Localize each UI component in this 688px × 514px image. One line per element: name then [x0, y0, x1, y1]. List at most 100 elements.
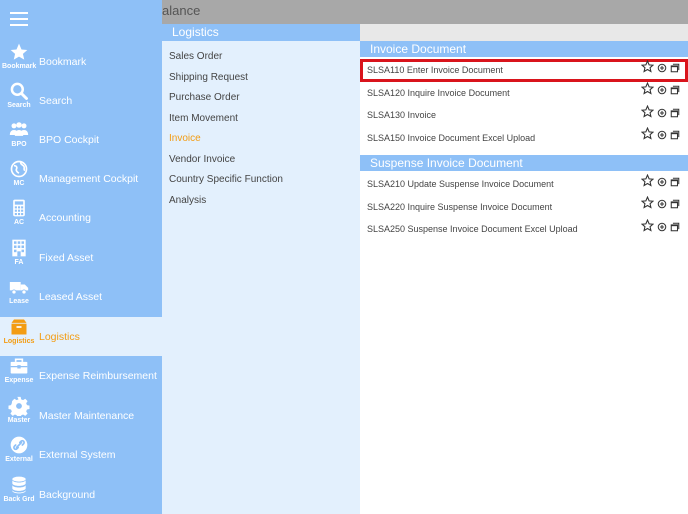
program-label: SLSA250 Suspense Invoice Document Excel … — [367, 224, 578, 234]
submenu-item-invoice[interactable]: Invoice — [162, 129, 360, 150]
sidebar-abbr: Master — [7, 417, 31, 424]
program-row-slsa150[interactable]: SLSA150 Invoice Document Excel Upload — [360, 126, 688, 150]
sidebar-item-external-system[interactable]: External External System — [0, 435, 162, 474]
sidebar-item-label: Management Cockpit — [39, 172, 139, 185]
new-window-icon[interactable] — [670, 104, 680, 127]
sidebar-abbr: MC — [13, 180, 25, 187]
database-icon: Back Grd — [2, 475, 36, 503]
sidebar-item-search[interactable]: Search Search — [0, 81, 162, 120]
sidebar-abbr: AC — [13, 219, 25, 226]
new-window-icon[interactable] — [670, 59, 680, 82]
star-outline-icon[interactable] — [640, 59, 655, 82]
sidebar-item-bookmark[interactable]: Bookmark Bookmark — [0, 42, 162, 81]
section-header-suspense-invoice-document: Suspense Invoice Document — [360, 155, 688, 171]
sidebar-item-label: Bookmark — [39, 55, 87, 68]
new-window-icon[interactable] — [670, 195, 680, 218]
sidebar-abbr: Lease — [9, 298, 29, 305]
submenu-item-shipping-request[interactable]: Shipping Request — [162, 68, 360, 89]
submenu-item-purchase-order[interactable]: Purchase Order — [162, 88, 360, 109]
globe-icon: MC — [2, 159, 36, 187]
plus-circle-icon[interactable] — [657, 173, 667, 196]
sidebar-item-label: Leased Asset — [39, 290, 103, 303]
new-window-icon[interactable] — [670, 126, 680, 149]
sidebar-abbr: Bookmark — [2, 63, 37, 70]
program-label: SLSA150 Invoice Document Excel Upload — [367, 132, 536, 143]
search-icon: Search — [2, 81, 36, 109]
star-outline-icon[interactable] — [640, 218, 655, 241]
link-icon: External — [2, 435, 36, 463]
program-row-slsa220[interactable]: SLSA220 Inquire Suspense Invoice Documen… — [360, 195, 688, 219]
program-row-slsa210[interactable]: SLSA210 Update Suspense Invoice Document — [360, 173, 688, 196]
submenu-header: Logistics — [162, 24, 360, 41]
sidebar-item-label: Accounting — [39, 211, 91, 224]
program-row-slsa130[interactable]: SLSA130 Invoice — [360, 104, 688, 127]
star-outline-icon[interactable] — [640, 173, 655, 196]
sidebar-item-bpo-cockpit[interactable]: BPO BPO Cockpit — [0, 120, 162, 159]
people-icon: BPO — [2, 120, 36, 148]
sidebar-item-expense-reimbursement[interactable]: Expense Expense Reimbursement — [0, 356, 162, 395]
sidebar-item-background[interactable]: Back Grd Background — [0, 475, 162, 514]
plus-circle-icon[interactable] — [657, 81, 667, 104]
star-outline-icon[interactable] — [640, 195, 655, 218]
sidebar-abbr: BPO — [11, 141, 27, 148]
sidebar-abbr: External — [5, 456, 33, 463]
program-label: SLSA120 Inquire Invoice Document — [367, 87, 510, 98]
submenu-panel: Logistics Sales Order Shipping Request P… — [162, 24, 360, 514]
plus-circle-icon[interactable] — [657, 104, 667, 127]
section-header-invoice-document: Invoice Document — [360, 41, 688, 57]
sidebar-item-label: Background — [39, 488, 96, 501]
star-outline-icon[interactable] — [640, 104, 655, 127]
plus-circle-icon[interactable] — [657, 218, 667, 241]
submenu-item-item-movement[interactable]: Item Movement — [162, 109, 360, 130]
new-window-icon[interactable] — [670, 81, 680, 104]
truck-icon: Lease — [2, 277, 36, 305]
sidebar-item-fixed-asset[interactable]: FA Fixed Asset — [0, 238, 162, 277]
program-label: SLSA220 Inquire Suspense Invoice Documen… — [367, 201, 553, 212]
sidebar-item-label: Fixed Asset — [39, 251, 94, 264]
star-outline-icon[interactable] — [640, 81, 655, 104]
submenu-item-country-specific-function[interactable]: Country Specific Function — [162, 170, 360, 191]
sidebar-abbr: Search — [7, 102, 31, 109]
sidebar-item-label: Expense Reimbursement — [39, 369, 157, 382]
sidebar: Bookmark Bookmark Search Search BPO BPO … — [0, 0, 162, 514]
content-panel: Invoice Document SLSA110 Enter Invoice D… — [360, 24, 688, 514]
building-icon: FA — [2, 238, 36, 266]
program-row-slsa120[interactable]: SLSA120 Inquire Invoice Document — [360, 81, 688, 105]
top-bar: alance — [162, 0, 688, 24]
sidebar-abbr: Expense — [4, 377, 34, 384]
sidebar-item-leased-asset[interactable]: Lease Leased Asset — [0, 277, 162, 316]
plus-circle-icon[interactable] — [657, 195, 667, 218]
program-row-slsa110[interactable]: SLSA110 Enter Invoice Document — [360, 59, 688, 82]
sidebar-item-logistics[interactable]: Logistics Logistics — [0, 317, 162, 356]
program-label: SLSA210 Update Suspense Invoice Document — [367, 179, 554, 189]
star-icon: Bookmark — [2, 42, 36, 70]
program-label: SLSA130 Invoice — [367, 110, 437, 120]
sidebar-abbr: FA — [14, 259, 24, 266]
sidebar-item-management-cockpit[interactable]: MC Management Cockpit — [0, 159, 162, 198]
star-outline-icon[interactable] — [640, 126, 655, 149]
new-window-icon[interactable] — [670, 218, 680, 241]
sidebar-item-label: Search — [39, 94, 73, 107]
new-window-icon[interactable] — [670, 173, 680, 196]
content-top-strip — [360, 24, 688, 41]
program-row-slsa250[interactable]: SLSA250 Suspense Invoice Document Excel … — [360, 218, 688, 241]
plus-circle-icon[interactable] — [657, 59, 667, 82]
sidebar-abbr: Logistics — [3, 338, 35, 345]
program-label: SLSA110 Enter Invoice Document — [367, 65, 503, 75]
box-icon: Logistics — [2, 317, 36, 345]
hamburger-menu-icon[interactable] — [10, 12, 28, 26]
sidebar-abbr: Back Grd — [3, 496, 35, 503]
sidebar-item-label: Logistics — [39, 330, 80, 343]
sidebar-item-accounting[interactable]: AC Accounting — [0, 198, 162, 237]
gear-icon: Master — [2, 396, 36, 424]
briefcase-icon: Expense — [2, 356, 36, 384]
sidebar-item-label: BPO Cockpit — [39, 133, 100, 146]
calculator-icon: AC — [2, 198, 36, 226]
sidebar-item-master-maintenance[interactable]: Master Master Maintenance — [0, 396, 162, 435]
submenu-item-vendor-invoice[interactable]: Vendor Invoice — [162, 150, 360, 171]
submenu-item-sales-order[interactable]: Sales Order — [162, 47, 360, 68]
plus-circle-icon[interactable] — [657, 126, 667, 149]
sidebar-item-label: External System — [39, 448, 116, 461]
submenu-item-analysis[interactable]: Analysis — [162, 191, 360, 212]
sidebar-item-label: Master Maintenance — [39, 409, 135, 422]
